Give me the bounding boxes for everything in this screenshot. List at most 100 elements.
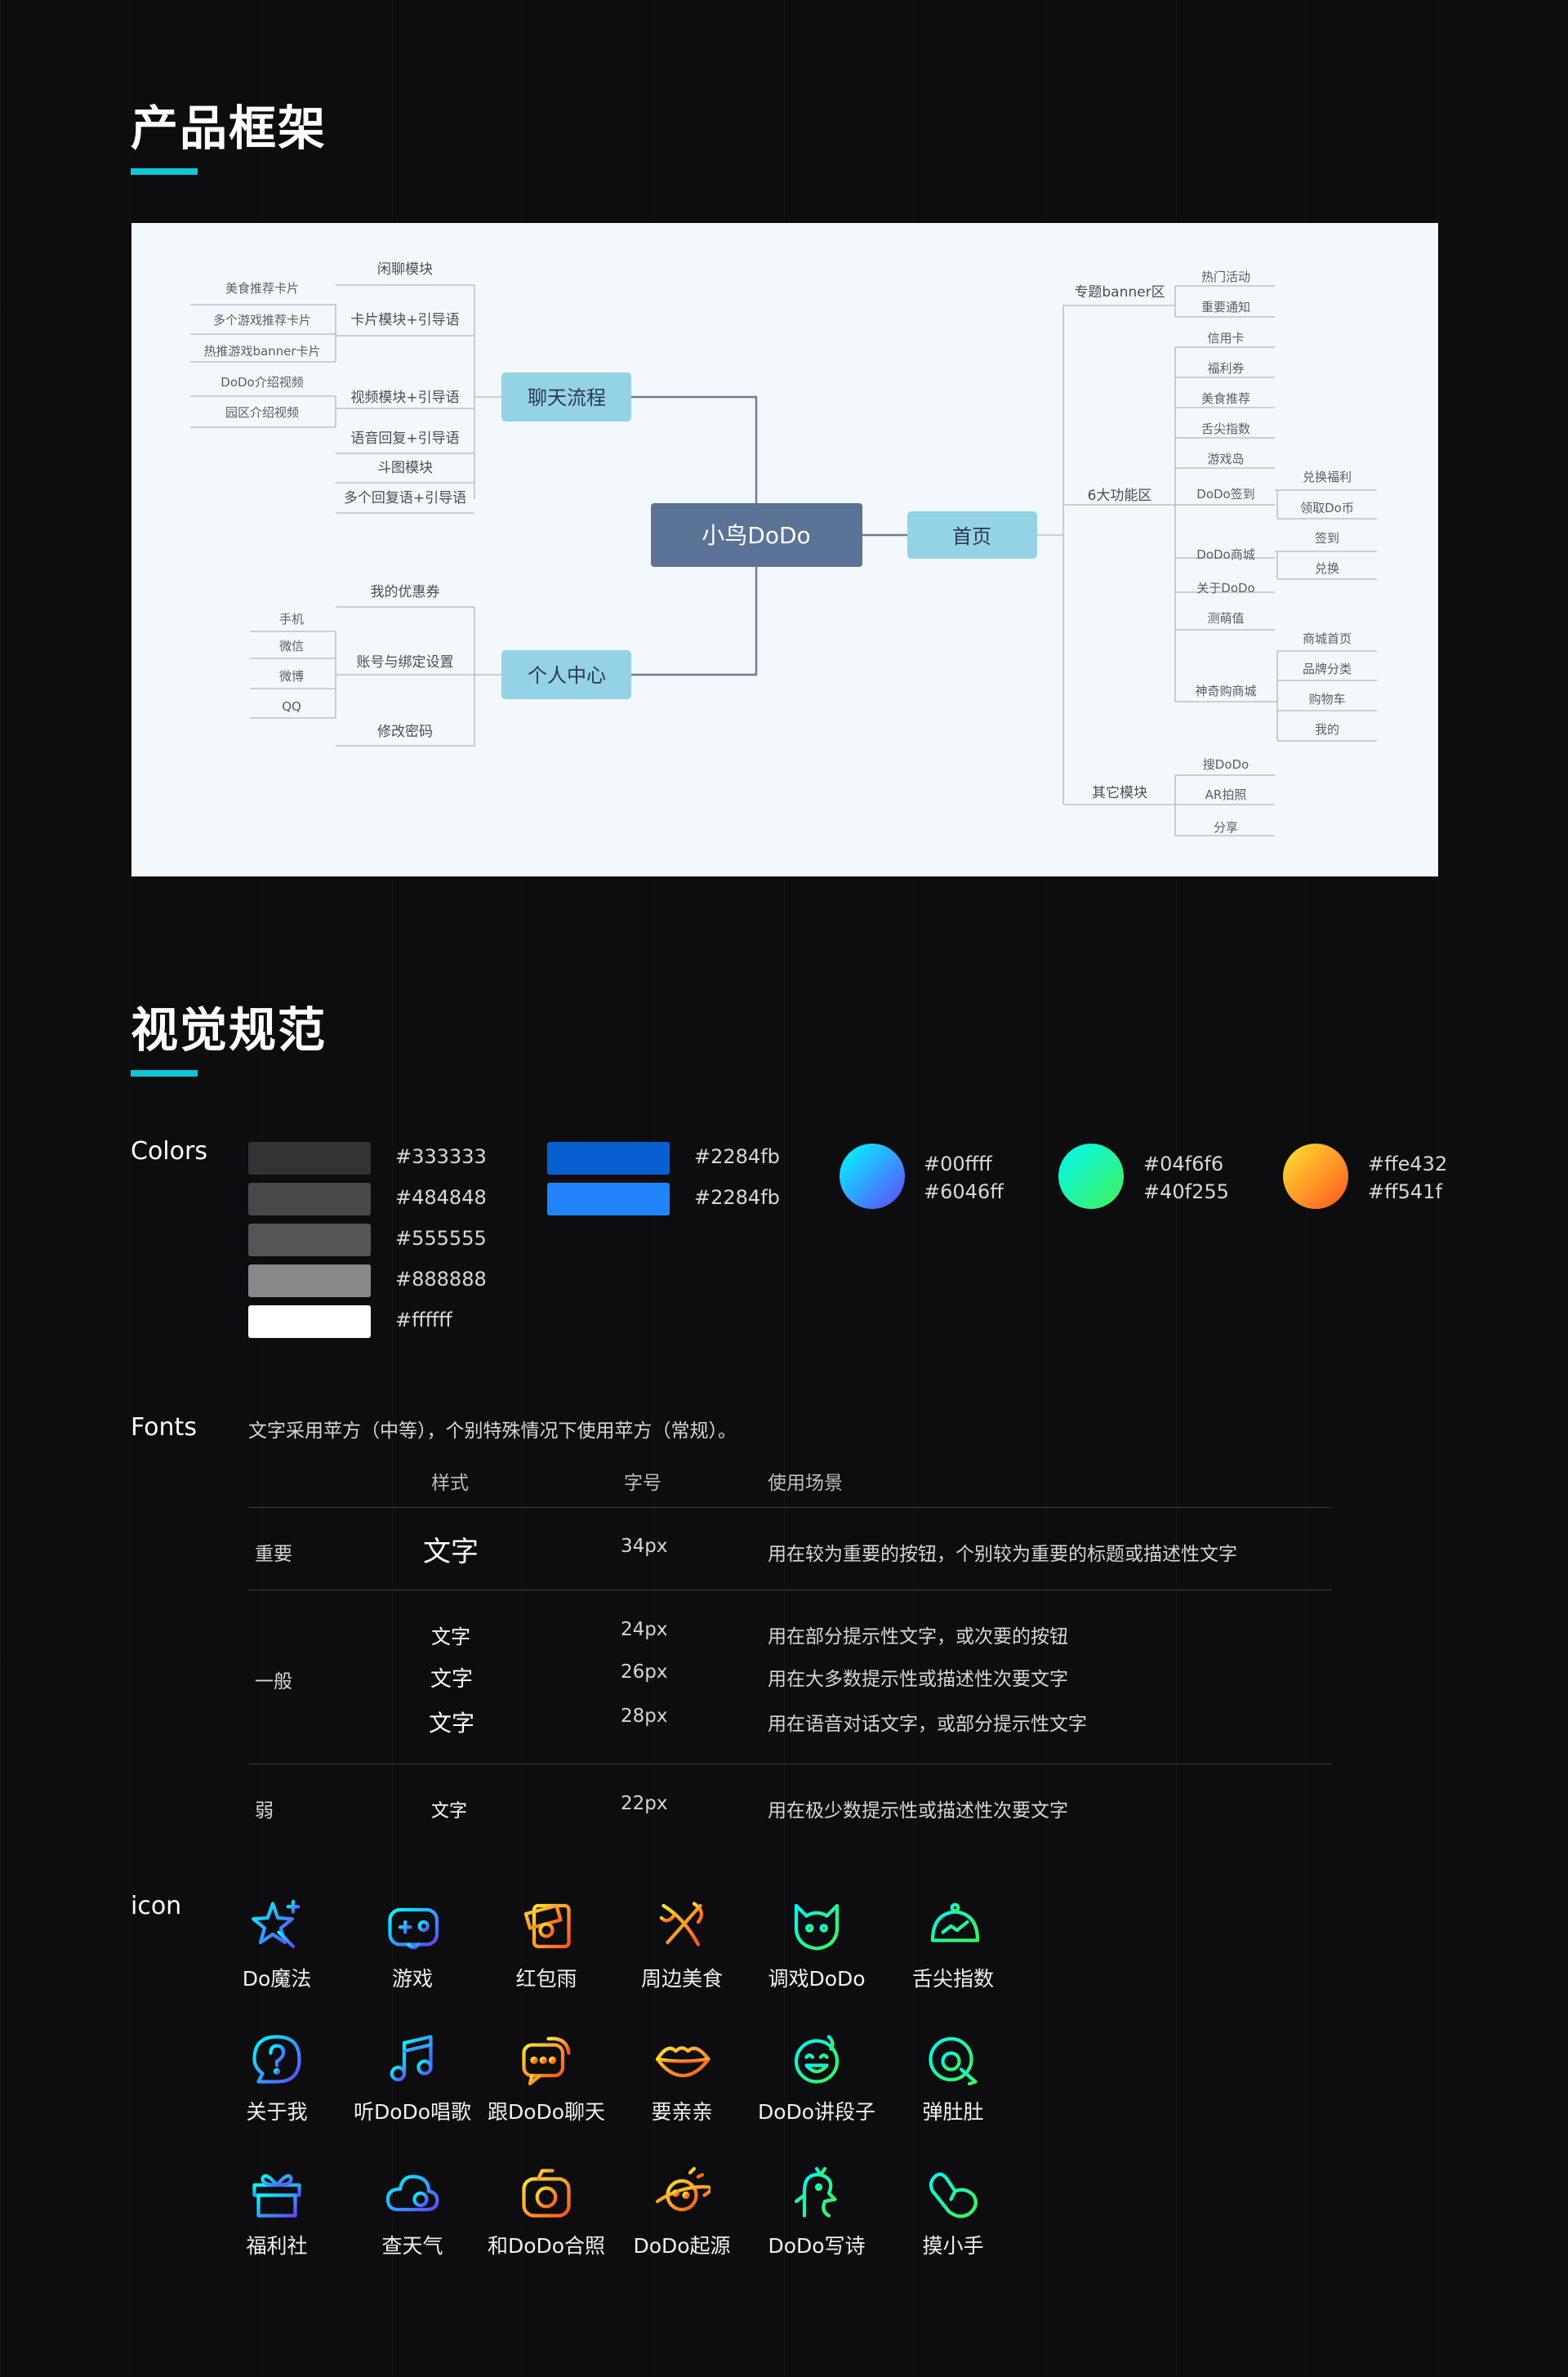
font-row-4-sample: 文字	[431, 1801, 468, 1822]
icon-label: 周边美食	[640, 1967, 723, 1991]
icon-item: 和DoDo合照	[477, 2165, 616, 2287]
icon-item: 周边美食	[612, 1898, 751, 2020]
icon-item: 要亲亲	[612, 2031, 751, 2153]
hand-icon	[929, 2172, 978, 2219]
gamepad-icon	[388, 1907, 439, 1950]
font-row-2-size: 26px	[621, 1661, 668, 1683]
font-row-1-usage: 用在部分提示性文字，或次要的按钮	[768, 1626, 1068, 1648]
personal-branch-1: 账号与绑定设置	[357, 654, 454, 671]
icon-item: DoDo起源	[612, 2165, 751, 2287]
func-leaf-1: 福利券	[1207, 361, 1244, 376]
gray-hex-4: #ffffff	[395, 1309, 452, 1331]
func-leaf-2: 美食推荐	[1201, 391, 1250, 406]
gradient-hex-0-from: #00ffff	[924, 1153, 992, 1175]
lips-icon	[655, 2046, 710, 2078]
font-row-0-size: 34px	[621, 1536, 668, 1557]
gray-swatch-0	[248, 1142, 371, 1175]
shop-leaf-3: 我的	[1315, 722, 1339, 737]
fonts-header-style: 样式	[431, 1473, 469, 1494]
visual-spec-title-underline	[131, 1070, 198, 1077]
gradient-circle-0	[840, 1144, 905, 1209]
gradient-hex-2: #ffe432 #ff541f	[1368, 1150, 1447, 1206]
chat-bubble-icon	[522, 2036, 571, 2086]
icon-item: 调戏DoDo	[747, 1898, 886, 2020]
music-note-icon	[390, 2035, 433, 2082]
fonts-header-usage: 使用场景	[768, 1473, 843, 1494]
icon-label: 舌尖指数	[911, 1967, 994, 1991]
icon-item: DoDo讲段子	[747, 2031, 886, 2153]
account-leaf-2: 微博	[279, 669, 304, 684]
icon-label: 红包雨	[515, 1967, 577, 1991]
personal-branch-0: 我的优惠券	[371, 584, 440, 600]
icon-label: DoDo讲段子	[757, 2100, 876, 2124]
icon-label: 跟DoDo聊天	[487, 2100, 606, 2124]
font-row-4-usage: 用在极少数提示性或描述性次要文字	[768, 1800, 1068, 1822]
other-leaf-0: 搜DoDo	[1203, 757, 1249, 772]
cat-face-icon	[794, 1903, 840, 1951]
font-row-1-sample: 文字	[431, 1626, 470, 1648]
card-leaf-2: 热推游戏banner卡片	[203, 344, 320, 359]
icon-label: Do魔法	[242, 1967, 312, 1991]
dish-cover-icon	[926, 1902, 982, 1947]
fonts-description: 文字采用苹方（中等），个别特殊情况下使用苹方（常规）。	[248, 1420, 737, 1442]
chat-branch-0: 闲聊模块	[377, 261, 433, 278]
icons-label: icon	[131, 1892, 182, 1920]
func-leaf-0: 信用卡	[1207, 331, 1244, 346]
visual-spec-title: 视觉规范	[131, 1002, 327, 1058]
icon-item: 听DoDo唱歌	[343, 2031, 482, 2153]
font-row-0-level: 重要	[255, 1544, 292, 1565]
blue-hex-1: #2284fb	[694, 1186, 780, 1209]
home-branch-0: 专题banner区	[1074, 284, 1165, 301]
gradient-hex-0-to: #6046ff	[924, 1180, 1004, 1203]
func-leaf-9: 神奇购商城	[1195, 684, 1256, 698]
blue-swatch-1	[547, 1183, 670, 1215]
home-branch-2: 其它模块	[1092, 785, 1147, 801]
gray-swatch-3	[248, 1264, 371, 1297]
gradient-hex-2-from: #ffe432	[1368, 1153, 1448, 1175]
gift-icon	[252, 2174, 301, 2218]
question-bubble-icon	[252, 2035, 301, 2084]
laughing-face-icon	[794, 2035, 840, 2084]
func-leaf-4: 游戏岛	[1207, 452, 1244, 466]
other-leaf-2: 分享	[1214, 820, 1238, 835]
gray-hex-0: #333333	[395, 1145, 487, 1168]
planet-icon	[655, 2166, 710, 2212]
mall-bracket	[1275, 551, 1278, 579]
func-leaf-7: 关于DoDo	[1196, 581, 1254, 595]
font-row-3-sample: 文字	[429, 1710, 475, 1737]
func-leaf-8: 测萌值	[1207, 611, 1244, 626]
gray-hex-2: #555555	[395, 1227, 487, 1250]
icon-label: 调戏DoDo	[768, 1967, 866, 1991]
gray-swatch-2	[248, 1224, 371, 1256]
chat-branch-5: 多个回复语+引导语	[344, 490, 466, 506]
icon-item: 红包雨	[477, 1898, 616, 2020]
icon-item: 舌尖指数	[884, 1898, 1022, 2020]
func-leaf-3: 舌尖指数	[1201, 421, 1250, 436]
icon-label: 和DoDo合照	[487, 2234, 606, 2258]
video-leaf-1: 园区介绍视频	[225, 405, 299, 420]
card-leaf-1: 多个游戏推荐卡片	[213, 313, 311, 328]
home-label: 首页	[952, 525, 991, 548]
chat-branch-2: 视频模块+引导语	[350, 390, 459, 406]
weather-cloud-icon	[385, 2174, 439, 2212]
font-row-2-usage: 用在大多数提示性或描述性次要文字	[768, 1669, 1068, 1690]
icon-label: 福利社	[246, 2234, 308, 2258]
icon-item: 福利社	[207, 2165, 346, 2287]
gradient-hex-0: #00ffff #6046ff	[924, 1150, 1004, 1206]
account-leaf-1: 微信	[279, 639, 304, 653]
gray-hex-3: #888888	[395, 1268, 487, 1291]
gradient-hex-1-to: #40f255	[1143, 1180, 1229, 1203]
mall-leaf-1: 兑换	[1315, 561, 1339, 576]
font-row-0-sample: 文字	[423, 1536, 479, 1568]
icon-item: Do魔法	[207, 1898, 346, 2020]
framework-title-underline	[131, 168, 198, 175]
gray-swatch-1	[248, 1183, 371, 1215]
banner-leaf-0: 热门活动	[1201, 270, 1250, 284]
icon-label: 关于我	[246, 2100, 308, 2124]
icon-label: 弹肚肚	[922, 2100, 984, 2124]
magic-star-icon	[252, 1899, 301, 1949]
account-leaf-0: 手机	[279, 612, 304, 627]
banner-leaf-1: 重要通知	[1201, 300, 1250, 314]
font-row-4-level: 弱	[255, 1800, 274, 1822]
fonts-table-divider	[248, 1507, 1331, 1508]
